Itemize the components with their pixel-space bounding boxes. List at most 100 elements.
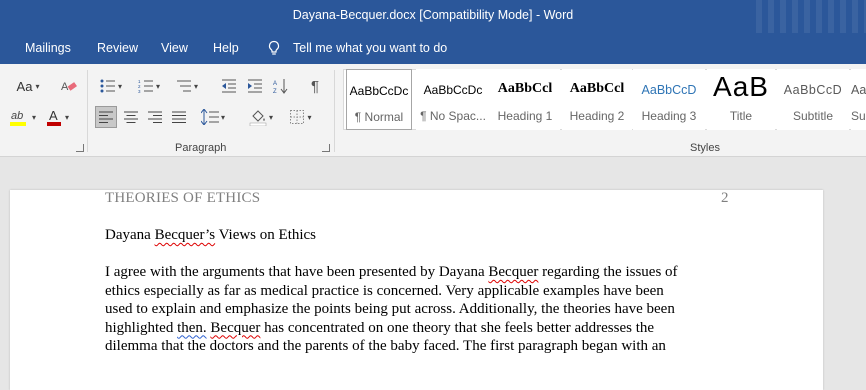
justify-button[interactable] bbox=[168, 106, 190, 128]
multilevel-list-button[interactable]: ▾ bbox=[172, 76, 202, 96]
style-name: Su bbox=[851, 109, 866, 123]
align-right-button[interactable] bbox=[144, 106, 166, 128]
style-name: Subtitle bbox=[792, 109, 834, 123]
change-case-label: Aa bbox=[16, 78, 33, 94]
style-subtle-emphasis[interactable]: Aa Su bbox=[851, 69, 866, 130]
paint-bucket-icon bbox=[249, 110, 267, 126]
highlight-color-button[interactable]: ab ▾ bbox=[4, 106, 40, 128]
style-title[interactable]: AaB Title bbox=[707, 69, 775, 130]
paragraph-line: ethics especially as far as medical prac… bbox=[105, 282, 664, 299]
tab-review[interactable]: Review bbox=[97, 41, 138, 55]
chevron-down-icon: ▾ bbox=[307, 112, 312, 122]
styles-gallery-items: AaBbCcDc ¶ Normal AaBbCcDc ¶ No Spac... … bbox=[343, 69, 866, 130]
running-header: THEORIES OF ETHICS bbox=[105, 190, 261, 206]
title-bar-pattern bbox=[756, 0, 866, 33]
line-spacing-icon bbox=[200, 109, 219, 125]
decrease-indent-button[interactable] bbox=[218, 76, 240, 96]
svg-text:3: 3 bbox=[138, 89, 141, 93]
style-no-spacing[interactable]: AaBbCcDc ¶ No Spac... bbox=[416, 69, 490, 130]
align-center-icon bbox=[124, 111, 138, 123]
style-heading-2[interactable]: AaBbCcl Heading 2 bbox=[562, 69, 632, 130]
style-preview: AaBbCcDc bbox=[423, 83, 483, 97]
style-name: ¶ Normal bbox=[354, 110, 404, 124]
chevron-down-icon: ▾ bbox=[117, 81, 122, 91]
style-preview: AaBbCcD bbox=[641, 83, 697, 97]
style-preview: AaB bbox=[713, 71, 769, 102]
chevron-down-icon: ▾ bbox=[220, 112, 225, 122]
line-spacing-button[interactable]: ▾ bbox=[196, 106, 230, 128]
spelling-error-word[interactable]: Becquer bbox=[210, 320, 260, 336]
title-bar: Dayana-Becquer.docx [Compatibility Mode]… bbox=[0, 0, 866, 33]
document-page[interactable]: THEORIES OF ETHICS 2 Dayana Becquer’s Vi… bbox=[10, 190, 823, 390]
chevron-down-icon: ▾ bbox=[268, 112, 273, 122]
pilcrow-icon: ¶ bbox=[310, 77, 320, 95]
style-heading-1[interactable]: AaBbCcl Heading 1 bbox=[490, 69, 560, 130]
document-heading: Dayana Becquer’s Views on Ethics bbox=[105, 227, 317, 243]
style-preview: AaBbCcl bbox=[497, 81, 553, 96]
svg-text:ab: ab bbox=[11, 110, 23, 122]
paragraph-dialog-launcher[interactable] bbox=[322, 144, 330, 152]
tab-view[interactable]: View bbox=[161, 41, 188, 55]
svg-text:Z: Z bbox=[273, 89, 277, 94]
change-case-button[interactable]: Aa ▾ bbox=[12, 76, 44, 96]
highlighter-icon: ab bbox=[9, 110, 26, 126]
style-preview: AaBbCcl bbox=[569, 81, 625, 96]
tell-me-search[interactable]: Tell me what you want to do bbox=[293, 41, 447, 55]
svg-text:A: A bbox=[273, 81, 277, 87]
font-color-button[interactable]: A ▾ bbox=[42, 106, 72, 128]
borders-button[interactable]: ▾ bbox=[284, 106, 318, 128]
align-center-button[interactable] bbox=[120, 106, 142, 128]
chevron-down-icon: ▾ bbox=[193, 81, 198, 91]
style-name: ¶ No Spac... bbox=[420, 109, 486, 123]
multilevel-list-icon bbox=[176, 80, 191, 92]
group-separator bbox=[334, 70, 335, 152]
clear-formatting-button[interactable]: A bbox=[58, 76, 80, 96]
grammar-flag-word[interactable]: then. bbox=[177, 320, 207, 336]
style-name: Title bbox=[729, 109, 753, 123]
align-left-button[interactable] bbox=[95, 106, 117, 128]
window-title: Dayana-Becquer.docx [Compatibility Mode]… bbox=[292, 8, 574, 22]
chevron-down-icon: ▾ bbox=[35, 81, 40, 91]
tab-mailings[interactable]: Mailings bbox=[25, 41, 71, 55]
svg-text:A: A bbox=[49, 108, 58, 123]
font-dialog-launcher[interactable] bbox=[76, 144, 84, 152]
style-normal[interactable]: AaBbCcDc ¶ Normal bbox=[346, 69, 412, 130]
tab-help[interactable]: Help bbox=[213, 41, 239, 55]
paragraph-group-label: Paragraph bbox=[175, 142, 227, 154]
numbering-button[interactable]: 1 2 3 ▾ bbox=[134, 76, 164, 96]
page-number: 2 bbox=[721, 190, 729, 206]
align-left-icon bbox=[99, 111, 113, 123]
spelling-error-word[interactable]: Becquer bbox=[488, 264, 538, 280]
shading-button[interactable]: ▾ bbox=[244, 106, 278, 128]
increase-indent-icon bbox=[248, 79, 262, 93]
paragraph-line: used to explain and emphasize the points… bbox=[105, 301, 675, 317]
ribbon: Aa ▾ A ab ▾ A ▾ ▾ 1 2 3 ▾ ▾ A Z ¶ ▾ ▾ ▾ … bbox=[0, 64, 866, 157]
style-name: Heading 1 bbox=[497, 109, 553, 123]
paragraph-line: highlighted then. Becquer has concentrat… bbox=[105, 319, 655, 336]
document-area: THEORIES OF ETHICS 2 Dayana Becquer’s Vi… bbox=[0, 158, 866, 390]
bullets-icon bbox=[100, 79, 115, 93]
clear-formatting-icon: A bbox=[61, 81, 77, 93]
style-heading-3[interactable]: AaBbCcD Heading 3 bbox=[633, 69, 705, 130]
style-preview: Aa bbox=[851, 83, 866, 97]
borders-icon bbox=[290, 110, 305, 124]
spelling-error-word[interactable]: Becquer’s bbox=[155, 227, 216, 243]
show-formatting-marks-button[interactable]: ¶ bbox=[304, 76, 326, 96]
styles-group-label: Styles bbox=[690, 142, 720, 154]
style-preview: AaBbCcDc bbox=[349, 84, 409, 98]
style-subtitle[interactable]: AaBbCcD Subtitle bbox=[777, 69, 849, 130]
align-right-icon bbox=[148, 111, 162, 123]
justify-icon bbox=[172, 111, 186, 123]
paragraph-line: dilemma that the doctors and the parents… bbox=[105, 338, 666, 354]
style-preview: AaBbCcD bbox=[783, 83, 843, 97]
svg-text:A: A bbox=[61, 81, 69, 93]
chevron-down-icon: ▾ bbox=[64, 112, 69, 122]
numbering-icon: 1 2 3 bbox=[138, 79, 153, 93]
sort-button[interactable]: A Z bbox=[270, 76, 292, 96]
font-color-icon: A bbox=[46, 108, 61, 126]
chevron-down-icon: ▾ bbox=[31, 112, 36, 122]
increase-indent-button[interactable] bbox=[244, 76, 266, 96]
body-paragraph: I agree with the arguments that have bee… bbox=[105, 263, 745, 356]
lightbulb-icon bbox=[268, 40, 280, 55]
bullets-button[interactable]: ▾ bbox=[96, 76, 126, 96]
